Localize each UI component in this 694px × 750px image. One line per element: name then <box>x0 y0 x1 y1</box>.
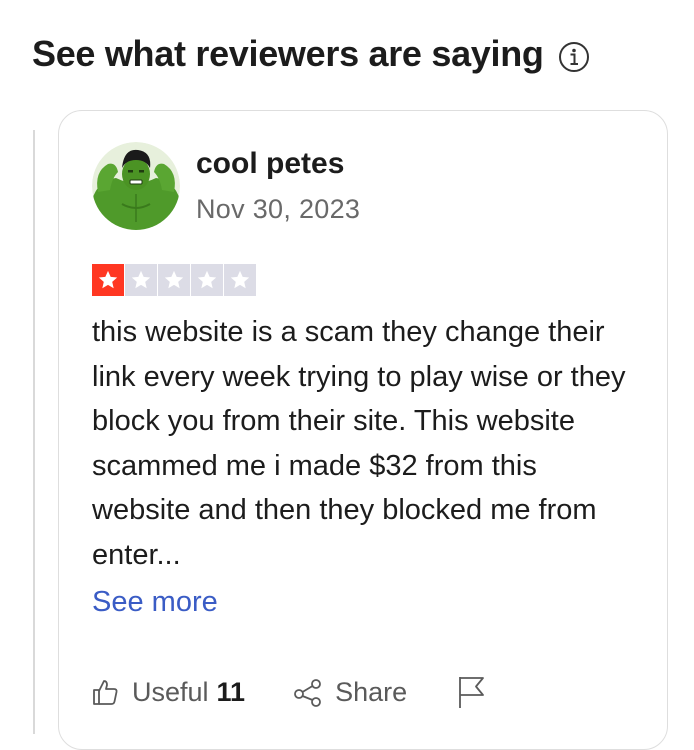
star-rating <box>92 264 256 296</box>
info-circle-icon[interactable] <box>558 41 590 73</box>
useful-button[interactable]: Useful 11 <box>90 677 245 708</box>
useful-label: Useful <box>132 676 209 707</box>
share-button[interactable]: Share <box>293 677 407 708</box>
share-icon <box>293 677 323 707</box>
useful-count: 11 <box>216 676 246 707</box>
report-flag-button[interactable] <box>457 675 487 709</box>
flag-icon <box>457 675 487 709</box>
thumbs-up-icon <box>90 677 120 707</box>
review-text: this website is a scam they change their… <box>92 316 626 571</box>
star-icon <box>98 270 118 289</box>
see-more-link[interactable]: See more <box>92 580 218 624</box>
section-header: See what reviewers are saying <box>32 30 590 78</box>
star-empty <box>191 264 223 296</box>
review-date: Nov 30, 2023 <box>196 194 361 224</box>
reviewer-name[interactable]: cool petes <box>196 146 344 182</box>
reviewer-avatar[interactable] <box>92 142 180 230</box>
section-title: See what reviewers are saying <box>32 33 544 74</box>
star-icon <box>131 270 151 289</box>
star-empty <box>125 264 157 296</box>
star-icon <box>197 270 217 289</box>
star-empty <box>158 264 190 296</box>
share-label: Share <box>335 676 408 707</box>
star-empty <box>224 264 256 296</box>
star-icon <box>230 270 250 289</box>
star-icon <box>164 270 184 289</box>
review-actions: Useful 11 Share <box>90 672 487 712</box>
star-filled <box>92 264 124 296</box>
previous-card-edge <box>33 130 35 734</box>
